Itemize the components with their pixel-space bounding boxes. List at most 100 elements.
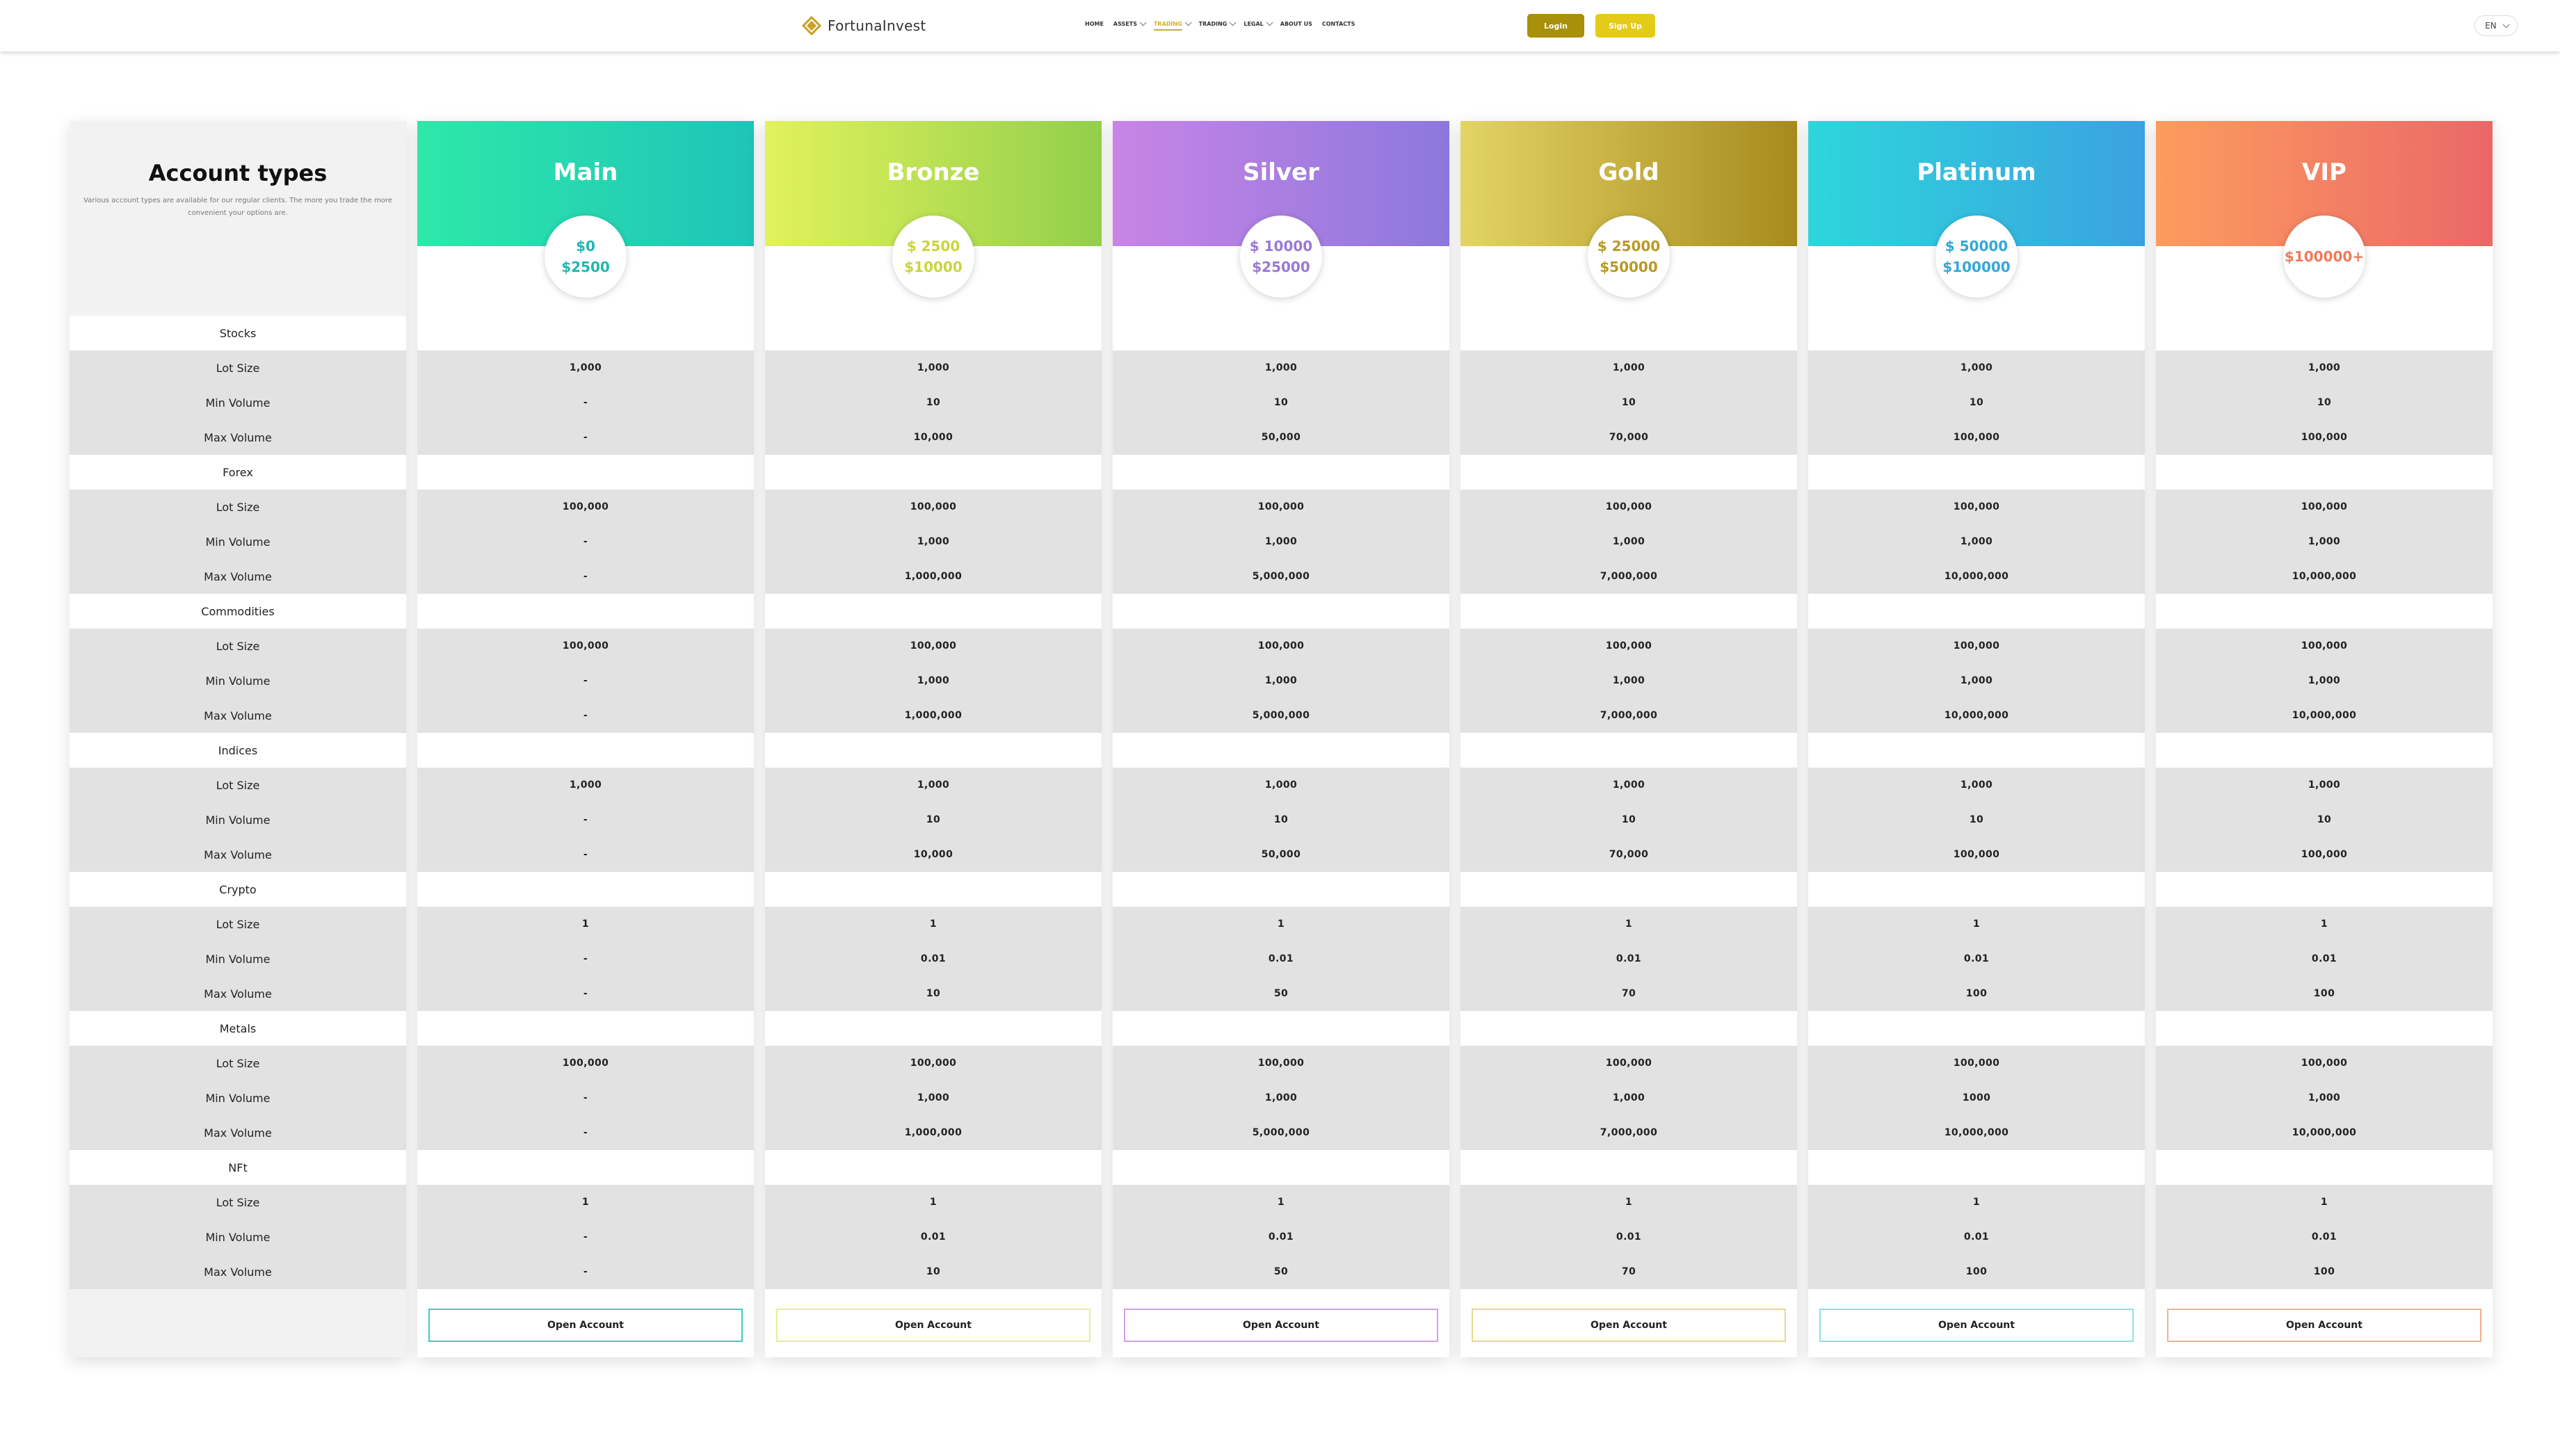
open-account-button[interactable]: Open Account — [1819, 1309, 2134, 1342]
signup-button[interactable]: Sign Up — [1595, 14, 1655, 38]
nav-item[interactable]: HOME — [1085, 21, 1104, 27]
section-spacer-row — [765, 1011, 1102, 1046]
table-cell: 100,000 — [417, 629, 754, 663]
open-account-button[interactable]: Open Account — [776, 1309, 1090, 1342]
table-cell: - — [417, 385, 754, 420]
section-spacer-row — [765, 594, 1102, 629]
nav-item-label: TRADING — [1198, 21, 1227, 27]
cell-value: 1,000 — [1264, 362, 1298, 373]
table-cell: 1 — [1113, 907, 1449, 941]
cell-value: 10,000,000 — [1944, 571, 2009, 582]
row-label-text: Lot Size — [216, 778, 260, 792]
cell-value: 5,000,000 — [1252, 571, 1310, 582]
cell-value: 100,000 — [2301, 501, 2348, 512]
cell-value: 1,000 — [1960, 779, 1993, 791]
open-account-button[interactable]: Open Account — [1124, 1309, 1438, 1342]
cell-value: 70,000 — [1609, 849, 1649, 860]
row-label-text: Max Volume — [204, 1265, 272, 1279]
cell-value: 50,000 — [1261, 432, 1301, 443]
row-label-text: Max Volume — [204, 987, 272, 1001]
cell-value: 1,000 — [1264, 675, 1298, 686]
account-price-badge: $ 10000 $25000 — [1240, 216, 1322, 298]
section-spacer-row — [1808, 1011, 2145, 1046]
section-spacer-row — [765, 455, 1102, 490]
table-cell: 0.01 — [765, 941, 1102, 976]
table-cell: 1 — [2156, 907, 2493, 941]
login-button[interactable]: Login — [1527, 14, 1584, 38]
table-cell: 0.01 — [1460, 941, 1797, 976]
nav-item-label: ABOUT US — [1280, 21, 1312, 27]
cell-value: - — [583, 675, 588, 686]
row-label: Lot Size — [70, 768, 406, 802]
section-spacer-row — [2156, 594, 2493, 629]
table-cell: 50 — [1113, 1254, 1449, 1289]
table-cell: 10,000,000 — [2156, 698, 2493, 733]
section-spacer-row — [1113, 733, 1449, 768]
account-price-badge: $0 $2500 — [545, 216, 627, 298]
section-spacer-row — [2156, 733, 2493, 768]
row-label: Min Volume — [70, 663, 406, 698]
row-label-text: Max Volume — [204, 569, 272, 583]
nav-item[interactable]: TRADING — [1198, 19, 1237, 27]
chevron-down-icon — [2502, 20, 2510, 28]
row-label: Lot Size — [70, 490, 406, 524]
cell-value: 0.01 — [1268, 953, 1294, 964]
cell-value: 10 — [926, 988, 941, 999]
row-label-text: Min Volume — [205, 813, 271, 827]
language-selector[interactable]: EN — [2474, 15, 2518, 36]
table-cell: 0.01 — [1113, 941, 1449, 976]
cell-value: 10 — [1969, 814, 1984, 825]
section-spacer-row — [2156, 872, 2493, 907]
cell-value: 100,000 — [2301, 849, 2348, 860]
cell-value: 1,000 — [1612, 779, 1645, 791]
table-cell: 100,000 — [2156, 837, 2493, 872]
open-account-button[interactable]: Open Account — [1472, 1309, 1786, 1342]
nav-item[interactable]: TRADING — [1153, 19, 1192, 31]
table-cell: 0.01 — [1808, 1220, 2145, 1254]
cell-value: 1,000,000 — [904, 710, 963, 721]
row-label-text: Min Volume — [205, 952, 271, 966]
section-heading: Metals — [70, 1011, 406, 1046]
row-label: Max Volume — [70, 1115, 406, 1150]
cell-value: 1,000,000 — [904, 571, 963, 582]
cell-value: 100,000 — [562, 640, 609, 652]
table-cell: 100,000 — [1113, 629, 1449, 663]
cell-value: 1,000 — [917, 536, 950, 547]
cell-value: 0.01 — [2311, 1231, 2337, 1243]
logo[interactable]: FortunaInvest — [801, 14, 926, 38]
cell-value: 50 — [1273, 1266, 1289, 1277]
nav-item[interactable]: ABOUT US — [1280, 21, 1312, 27]
section-heading: Forex — [70, 455, 406, 490]
table-cell: 100,000 — [1460, 629, 1797, 663]
cell-value: 1,000,000 — [904, 1127, 963, 1138]
nav-item[interactable]: CONTACTS — [1322, 21, 1355, 27]
table-cell: 0.01 — [1808, 941, 2145, 976]
table-cell: 1,000 — [1808, 663, 2145, 698]
table-cell: - — [417, 663, 754, 698]
nav-item[interactable]: ASSETS — [1113, 19, 1147, 27]
cell-value: 5,000,000 — [1252, 1127, 1310, 1138]
cell-value: - — [583, 1266, 588, 1277]
section-spacer-row — [2156, 1011, 2493, 1046]
cell-value: 100,000 — [2301, 1058, 2348, 1069]
table-cell: 0.01 — [2156, 941, 2493, 976]
cell-value: 10 — [1969, 397, 1984, 408]
row-label-text: Lot Size — [216, 639, 260, 653]
open-account-button[interactable]: Open Account — [428, 1309, 743, 1342]
table-cell: 10 — [1808, 385, 2145, 420]
logo-icon — [801, 15, 822, 36]
row-label: Min Volume — [70, 524, 406, 559]
cell-value: 1,000 — [569, 779, 602, 791]
table-cell: 50,000 — [1113, 837, 1449, 872]
nav-item[interactable]: LEGAL — [1243, 19, 1273, 27]
section-spacer-row — [1808, 733, 2145, 768]
open-account-button[interactable]: Open Account — [2167, 1309, 2481, 1342]
table-cell: - — [417, 802, 754, 837]
row-label: Lot Size — [70, 907, 406, 941]
cell-value: 100 — [2313, 988, 2335, 999]
table-cell: 10,000,000 — [1808, 698, 2145, 733]
cell-value: 1000 — [1962, 1092, 1991, 1103]
price-min: $ 50000 — [1945, 238, 2008, 254]
section-spacer-row — [1460, 1150, 1797, 1185]
cell-value: 1,000 — [1264, 536, 1298, 547]
